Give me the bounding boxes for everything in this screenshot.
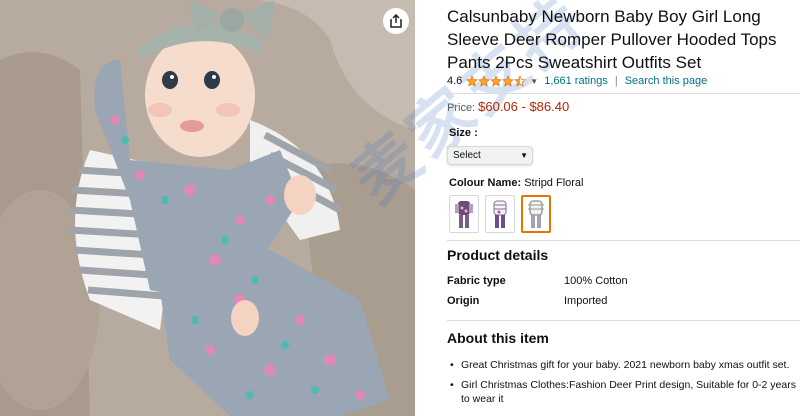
star-icon <box>514 75 527 87</box>
colour-value: Stripd Floral <box>524 177 584 189</box>
divider <box>447 320 800 321</box>
detail-key: Origin <box>447 295 480 307</box>
outfit-thumbnail <box>528 200 544 228</box>
star-icon <box>478 75 491 87</box>
outfit-thumbnail <box>455 201 473 228</box>
star-icon <box>466 75 479 87</box>
star-rating[interactable] <box>466 75 527 87</box>
detail-value: 100% Cotton <box>564 275 628 287</box>
bullet-item: Great Christmas gift for your baby. 2021… <box>447 358 797 372</box>
size-label: Size : <box>449 127 478 139</box>
chevron-down-icon: ▼ <box>520 151 528 160</box>
star-icon <box>490 75 503 87</box>
colour-label: Colour Name: <box>449 177 522 189</box>
divider <box>447 240 800 241</box>
bullet-item: Girl Christmas Clothes:Fashion Deer Prin… <box>447 378 797 406</box>
colour-swatch-3-selected[interactable] <box>521 195 551 233</box>
detail-row: Origin Imported <box>447 295 797 307</box>
size-select-value: Select <box>453 150 481 161</box>
size-select[interactable]: Select ▼ <box>447 146 533 165</box>
price-label: Price: <box>447 102 476 114</box>
share-button[interactable] <box>383 8 409 34</box>
colour-swatch-1[interactable] <box>449 195 479 233</box>
ratings-count-link[interactable]: 1,661 ratings <box>544 75 608 87</box>
chevron-down-icon[interactable]: ▼ <box>530 77 538 86</box>
colour-name: Colour Name: Stripd Floral <box>449 177 583 189</box>
separator: | <box>614 75 618 87</box>
detail-value: Imported <box>564 295 608 307</box>
rating-row: 4.6 ▼ 1,661 ratings | Search this page <box>447 73 707 89</box>
product-image[interactable] <box>0 0 415 416</box>
product-title: Calsunbaby Newborn Baby Boy Girl Long Sl… <box>447 7 777 72</box>
detail-row: Fabric type 100% Cotton <box>447 275 797 287</box>
price-row: Price: $60.06 - $86.40 <box>447 99 569 114</box>
colour-swatch-2[interactable] <box>485 195 515 233</box>
rating-value: 4.6 <box>447 75 463 87</box>
about-heading: About this item <box>447 330 549 346</box>
about-bullets: Great Christmas gift for your baby. 2021… <box>447 358 797 412</box>
divider <box>447 93 800 94</box>
share-icon <box>390 14 402 28</box>
price-range: $60.06 - $86.40 <box>478 99 570 114</box>
outfit-thumbnail <box>493 200 507 228</box>
detail-key: Fabric type <box>447 275 506 287</box>
star-icon <box>502 75 515 87</box>
product-details-heading: Product details <box>447 247 549 263</box>
baby-photo <box>0 0 415 416</box>
search-this-page-link[interactable]: Search this page <box>625 75 708 87</box>
